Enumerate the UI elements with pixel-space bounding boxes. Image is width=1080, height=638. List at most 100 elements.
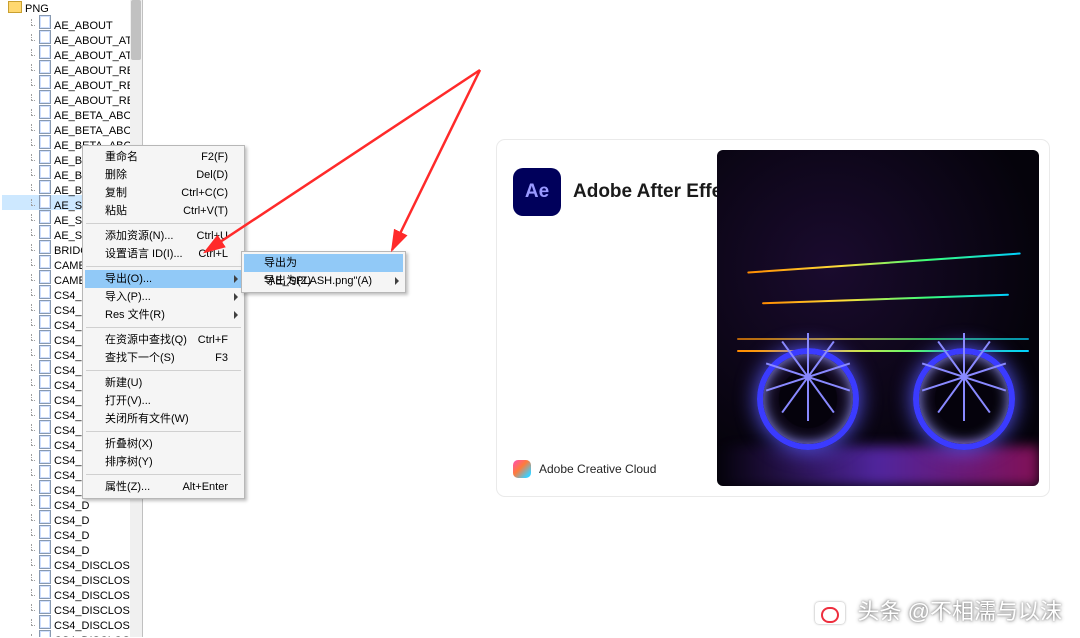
doc-icon [39,540,51,554]
menu-item[interactable]: 粘贴Ctrl+V(T) [85,202,242,220]
menu-item[interactable]: 重命名F2(F) [85,148,242,166]
submenu-arrow-icon [395,277,399,285]
menu-separator [86,474,241,475]
tree-item[interactable]: CS4_DISCLOSURETRIA [2,555,130,570]
doc-icon [39,285,51,299]
watermark-logo-icon [815,602,845,624]
menu-item[interactable]: 导入(P)... [85,288,242,306]
doc-icon [39,600,51,614]
doc-icon [39,60,51,74]
doc-icon [39,210,51,224]
menu-item[interactable]: 排序树(Y) [85,453,242,471]
watermark-text: 头条 @不相濡与以沫 [858,599,1062,624]
doc-icon [39,420,51,434]
doc-icon [39,630,51,637]
splash-artwork [717,150,1039,486]
menu-item[interactable]: 在资源中查找(Q)Ctrl+F [85,331,242,349]
doc-icon [39,375,51,389]
menu-item[interactable]: 关闭所有文件(W) [85,410,242,428]
doc-icon [39,135,51,149]
doc-icon [39,165,51,179]
menu-separator [86,370,241,371]
menu-item[interactable]: 新建(U) [85,374,242,392]
menu-item[interactable]: 属性(Z)...Alt+Enter [85,478,242,496]
menu-item[interactable]: 导出为 "AE_SPLASH.png"(A) [244,254,403,272]
menu-item[interactable]: 导出(O)... [85,270,242,288]
tree-item[interactable]: AE_ABOUT [2,15,130,30]
tree-item[interactable]: AE_ABOUT_RENDERENG [2,90,130,105]
doc-icon [39,435,51,449]
tree-item[interactable]: CS4_DISCLOSURETRIA [2,600,130,615]
submenu-arrow-icon [234,275,238,283]
doc-icon [39,120,51,134]
doc-icon [39,180,51,194]
doc-icon [39,45,51,59]
creative-cloud-label: Adobe Creative Cloud [513,460,656,478]
tree-item[interactable]: AE_ABOUT_AT_3TO2X [2,45,130,60]
splash-preview: Ae Adobe After Effects Adobe Creative Cl… [497,140,1049,496]
menu-separator [86,431,241,432]
doc-icon [39,225,51,239]
doc-icon [39,450,51,464]
tree-item[interactable]: AE_BETA_ABOUT_AT_2 [2,120,130,135]
submenu-arrow-icon [234,311,238,319]
menu-separator [86,266,241,267]
doc-icon [39,480,51,494]
menu-item[interactable]: Res 文件(R) [85,306,242,324]
menu-item[interactable]: 查找下一个(S)F3 [85,349,242,367]
context-menu[interactable]: 重命名F2(F)删除Del(D)复制Ctrl+C(C)粘贴Ctrl+V(T) 添加… [82,145,245,499]
tree-item[interactable]: CS4_DISCLOSURETRIA [2,615,130,630]
doc-icon [39,495,51,509]
menu-separator [86,327,241,328]
tree-item[interactable]: AE_BETA_ABOUT [2,105,130,120]
cc-text: Adobe Creative Cloud [539,462,656,476]
doc-icon [39,90,51,104]
doc-icon [39,465,51,479]
doc-icon [39,390,51,404]
tree-item[interactable]: CS4_D [2,510,130,525]
folder-icon [8,1,22,13]
doc-icon [39,525,51,539]
menu-item[interactable]: 复制Ctrl+C(C) [85,184,242,202]
doc-icon [39,150,51,164]
menu-item[interactable]: 设置语言 ID(I)...Ctrl+L [85,245,242,263]
tree-item[interactable]: AE_ABOUT_RENDERENG [2,75,130,90]
watermark: 头条 @不相濡与以沫 [815,594,1062,626]
export-submenu[interactable]: 导出为 "AE_SPLASH.png"(A)导出为(Z) [241,251,406,293]
menu-item[interactable]: 添加资源(N)...Ctrl+U [85,227,242,245]
doc-icon [39,30,51,44]
doc-icon [39,330,51,344]
tree-item[interactable]: CS4_DISCLOSURETRIA [2,585,130,600]
doc-icon [39,570,51,584]
tree-item[interactable]: CS4_D [2,540,130,555]
doc-icon [39,510,51,524]
doc-icon [39,105,51,119]
doc-icon [39,195,51,209]
menu-item[interactable]: 折叠树(X) [85,435,242,453]
tree-item[interactable]: AE_ABOUT_RENDERENG [2,60,130,75]
scrollbar-thumb[interactable] [131,0,141,60]
doc-icon [39,300,51,314]
tree-item[interactable]: AE_ABOUT_AT_2X [2,30,130,45]
menu-item[interactable]: 打开(V)... [85,392,242,410]
menu-item[interactable]: 删除Del(D) [85,166,242,184]
doc-icon [39,360,51,374]
doc-icon [39,555,51,569]
tree-item[interactable]: CS4_DISCLOSURETRIA [2,570,130,585]
doc-icon [39,270,51,284]
doc-icon [39,345,51,359]
doc-icon [39,315,51,329]
ae-badge-icon: Ae [513,168,561,216]
menu-separator [86,223,241,224]
doc-icon [39,405,51,419]
doc-icon [39,585,51,599]
tree-item[interactable]: CS4_D [2,525,130,540]
doc-icon [39,15,51,29]
doc-icon [39,615,51,629]
doc-icon [39,75,51,89]
tree-item[interactable]: CS4_DISCLOSURETRIA [2,630,130,637]
submenu-arrow-icon [234,293,238,301]
creative-cloud-icon [513,460,531,478]
menu-item[interactable]: 导出为(Z) [244,272,403,290]
tree-folder-root[interactable]: PNG [2,0,130,15]
